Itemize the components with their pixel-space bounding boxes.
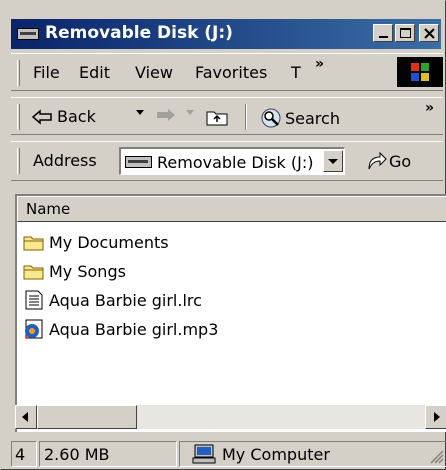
folder-icon [23, 236, 44, 251]
go-button[interactable]: Go [365, 151, 411, 171]
column-header-label: Name [26, 200, 71, 218]
status-size-text: 2.60 MB [44, 445, 110, 464]
toolbar-grip[interactable] [17, 104, 20, 130]
address-bar: Address Removable Disk (J:) Go [11, 141, 443, 181]
list-item[interactable]: My Documents [23, 229, 169, 255]
go-label: Go [389, 151, 412, 171]
scroll-thumb[interactable] [37, 405, 137, 429]
address-label: Address [33, 151, 97, 170]
forward-button[interactable] [155, 107, 177, 123]
list-item[interactable]: Aqua Barbie girl.lrc [23, 287, 202, 313]
windows-logo [397, 57, 443, 87]
title-bar[interactable]: Removable Disk (J:) [11, 19, 441, 49]
forward-arrow-icon [157, 109, 175, 121]
menu-bar: File Edit View Favorites T » [11, 53, 443, 91]
list-item[interactable]: Aqua Barbie girl.mp3 [23, 316, 218, 342]
scroll-left-arrow-icon [22, 412, 28, 422]
close-icon [424, 28, 435, 39]
up-folder-button[interactable] [205, 107, 229, 127]
back-arrow-icon [31, 108, 52, 125]
folder-icon [23, 265, 44, 280]
drive-icon [125, 156, 152, 168]
maximize-button[interactable] [395, 24, 415, 42]
drive-icon [17, 28, 39, 40]
status-size: 2.60 MB [39, 441, 177, 467]
explorer-window: Removable Disk (J:) File Edit View Favor… [0, 0, 446, 470]
menu-file[interactable]: File [33, 63, 60, 82]
my-computer-icon [192, 444, 216, 464]
list-item-name: Aqua Barbie girl.mp3 [49, 319, 219, 339]
resize-grip-icon[interactable] [428, 448, 444, 464]
search-label: Search [285, 108, 340, 128]
menu-view[interactable]: View [135, 63, 173, 82]
media-file-icon [25, 319, 43, 339]
status-bar: 4 2.60 MB My Computer [11, 439, 446, 469]
menu-edit[interactable]: Edit [79, 63, 110, 82]
forward-dropdown[interactable] [185, 107, 195, 117]
list-item[interactable]: My Songs [23, 258, 126, 284]
standard-toolbar: Back Search » [11, 97, 443, 135]
address-combobox[interactable]: Removable Disk (J:) [119, 147, 345, 175]
window-title: Removable Disk (J:) [45, 23, 233, 43]
file-list[interactable]: Name My Documents My Songs Aqua Barbie g… [15, 194, 446, 432]
menu-favorites[interactable]: Favorites [195, 63, 267, 82]
status-zone: My Computer [179, 441, 446, 467]
status-object-count: 4 [11, 441, 37, 467]
status-zone-text: My Computer [222, 445, 330, 464]
scroll-right-arrow-icon [434, 412, 440, 422]
address-grip[interactable] [17, 148, 20, 174]
close-button[interactable] [419, 24, 439, 42]
list-item-name: My Songs [49, 261, 126, 281]
menu-grip[interactable] [17, 60, 20, 86]
scroll-left-button[interactable] [15, 405, 37, 429]
dropdown-arrow-icon [328, 159, 338, 164]
go-arrow-icon [368, 151, 387, 170]
column-header-name[interactable]: Name [17, 196, 446, 222]
maximize-icon [400, 28, 411, 38]
address-value: Removable Disk (J:) [157, 153, 314, 172]
menu-overflow-chevron[interactable]: » [315, 56, 324, 72]
text-file-icon [25, 290, 43, 310]
list-item-name: My Documents [49, 232, 169, 252]
scroll-right-button[interactable] [425, 405, 446, 429]
back-dropdown[interactable] [135, 107, 145, 117]
dropdown-arrow-icon [186, 110, 194, 115]
list-item-name: Aqua Barbie girl.lrc [49, 290, 202, 310]
minimize-icon [379, 36, 388, 38]
toolbar-overflow-chevron[interactable]: » [425, 100, 434, 116]
up-folder-icon [206, 111, 228, 126]
address-dropdown-button[interactable] [323, 150, 343, 172]
toolbar-separator [245, 104, 247, 130]
search-icon [261, 108, 281, 128]
dropdown-arrow-icon [136, 110, 144, 115]
horizontal-scrollbar[interactable] [15, 405, 446, 429]
windows-flag-icon [411, 63, 429, 81]
back-label: Back [57, 107, 96, 126]
back-button[interactable]: Back [31, 107, 96, 126]
minimize-button[interactable] [373, 24, 393, 42]
search-button[interactable]: Search [259, 107, 340, 129]
status-count-text: 4 [15, 445, 26, 464]
menu-tools[interactable]: T [291, 63, 301, 82]
